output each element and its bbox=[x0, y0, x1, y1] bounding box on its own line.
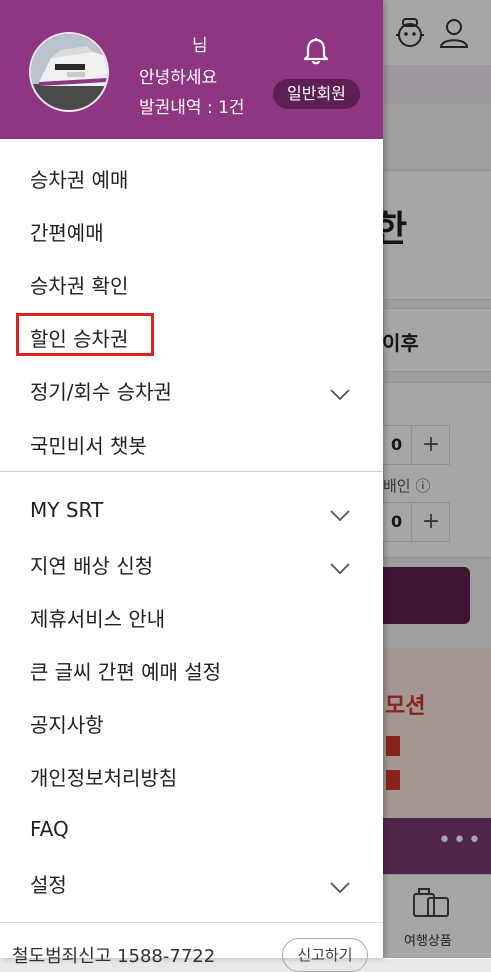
menu-faq[interactable]: FAQ bbox=[30, 817, 69, 841]
train-image bbox=[31, 34, 107, 110]
menu-season-ticket[interactable]: 정기/회수 승차권 bbox=[30, 376, 172, 405]
bell-icon[interactable] bbox=[303, 37, 329, 65]
chevron-down-icon[interactable] bbox=[330, 563, 350, 575]
menu-privacy-policy[interactable]: 개인정보처리방침 bbox=[30, 762, 177, 791]
greeting-text: 안녕하세요 bbox=[139, 68, 218, 88]
highlight-box bbox=[16, 313, 154, 356]
footer-divider bbox=[0, 922, 383, 923]
menu-quick-reservation[interactable]: 간편예매 bbox=[30, 217, 104, 246]
drawer-header: 님 안녕하세요 발권내역 : 1건 일반회원 bbox=[0, 0, 383, 139]
report-button[interactable]: 신고하기 bbox=[282, 938, 368, 972]
crime-report-text: 철도범죄신고 1588-7722 bbox=[12, 946, 216, 967]
menu-divider bbox=[0, 471, 383, 472]
chevron-down-icon[interactable] bbox=[330, 882, 350, 894]
menu-settings[interactable]: 설정 bbox=[30, 869, 67, 898]
user-name: 님 bbox=[192, 36, 208, 56]
chevron-down-icon[interactable] bbox=[330, 389, 350, 401]
dim-overlay[interactable] bbox=[383, 0, 491, 958]
menu-delay-compensation[interactable]: 지연 배상 신청 bbox=[30, 550, 153, 579]
menu-large-text-setting[interactable]: 큰 글씨 간편 예매 설정 bbox=[30, 656, 221, 685]
menu-partner-service[interactable]: 제휴서비스 안내 bbox=[30, 603, 165, 632]
menu-ticket-reservation[interactable]: 승차권 예매 bbox=[30, 164, 128, 193]
menu-chatbot[interactable]: 국민비서 챗봇 bbox=[30, 430, 147, 459]
chevron-down-icon[interactable] bbox=[330, 510, 350, 522]
avatar bbox=[29, 32, 109, 112]
ticket-count[interactable]: 발권내역 : 1건 bbox=[139, 93, 245, 118]
menu-notice[interactable]: 공지사항 bbox=[30, 709, 104, 738]
menu-my-srt[interactable]: MY SRT bbox=[30, 498, 103, 522]
side-drawer: 님 안녕하세요 발권내역 : 1건 일반회원 승차권 예매 간편예매 승차권 확… bbox=[0, 0, 383, 972]
member-badge: 일반회원 bbox=[273, 79, 360, 109]
menu-ticket-check[interactable]: 승차권 확인 bbox=[30, 270, 128, 299]
